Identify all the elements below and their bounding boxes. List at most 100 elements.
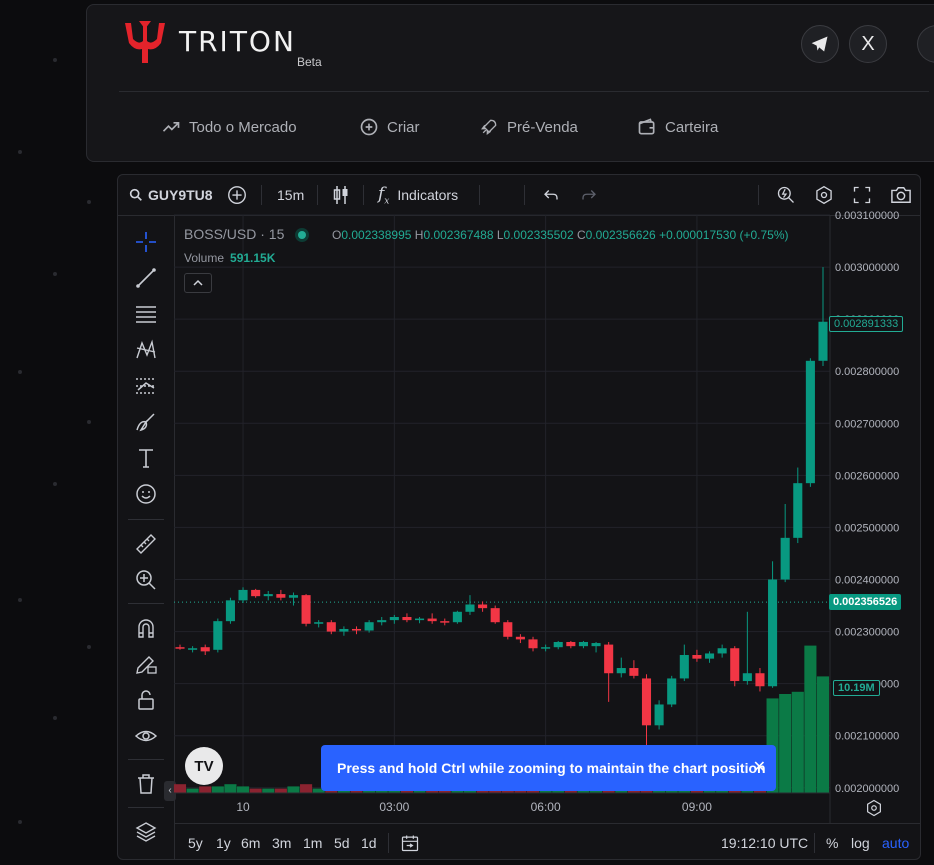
legend-symbol: BOSS/USD · 15 [184,226,307,242]
nav-label: Carteira [665,118,719,136]
candle-body [402,616,412,621]
nav-label: Criar [387,118,420,136]
brand-logo[interactable]: TRITON [121,19,296,65]
range-5y[interactable]: 5y [188,824,203,859]
range-6m[interactable]: 6m [241,824,260,859]
candle-body [389,616,399,621]
y-tick-label: 0.002000000 [835,783,899,795]
candle-body [200,647,210,652]
candle-body [377,620,387,623]
volume-tag: 10.19M [833,680,880,697]
nav-todo-mercado[interactable]: Todo o Mercado [161,117,297,137]
brand-name: TRITON [179,25,296,58]
y-tick-label: 0.003000000 [835,262,899,274]
goto-date-button[interactable] [400,824,420,859]
close-icon[interactable]: ✕ [753,757,766,777]
open-label: O [332,228,342,242]
y-tick-label: 0.002400000 [835,575,899,587]
nav-carteira[interactable]: Carteira [637,117,718,137]
nav-pre-venda[interactable]: Pré-Venda [479,117,578,137]
candle-body [730,648,740,682]
high-value: 0.002367488 [423,228,494,242]
trident-icon [125,21,165,63]
chart-widget: GUY9TU8 15m fx Indicators ‹ 0.003100000 … [117,174,921,860]
x-tick-label: 03:00 [379,800,409,814]
range-1d[interactable]: 1d [361,824,377,859]
volume-bar [791,691,804,793]
log-toggle[interactable]: log [851,824,870,859]
candle-body [667,678,677,705]
candle-body [452,611,462,623]
candle-body [566,641,576,647]
x-button[interactable]: X [849,25,887,63]
extra-button[interactable] [917,25,934,63]
legend-ohlc: O0.002338995 H0.002367488 L0.002335502 C… [332,228,789,242]
x-tick-label: 10 [236,800,250,814]
candle-body [704,653,715,659]
telegram-icon [811,36,828,52]
y-tick-label: 0.002800000 [835,366,899,378]
candle-body [251,589,261,597]
candle-body [755,673,765,687]
candle-body [364,622,374,631]
candle-body [490,608,500,623]
utc-clock[interactable]: 19:12:10 UTC [721,824,808,859]
candle-body [616,668,626,674]
trending-icon [162,122,180,132]
calendar-icon [401,835,419,852]
wallet-icon [638,118,655,135]
candle-body [793,483,803,538]
change-value: +0.000017530 (+0.75%) [659,228,789,242]
candle-body [541,647,551,649]
legend-symbol-text: BOSS/USD · 15 [184,226,285,242]
volume-bar [287,786,300,793]
nav-label: Todo o Mercado [189,118,297,136]
telegram-button[interactable] [801,25,839,63]
candle-body [641,678,652,726]
candle-body [301,595,311,624]
range-3m[interactable]: 3m [272,824,291,859]
candle-body [478,604,488,609]
collapse-legend-button[interactable] [184,273,212,293]
candle-body [263,594,273,597]
candle-body [717,648,727,654]
chevron-up-icon [193,279,203,286]
volume-bar [186,788,199,793]
volume-bar [300,784,313,793]
candle-body [175,647,185,649]
close-label: C [576,228,586,242]
x-tick-label: 09:00 [682,800,712,814]
range-5d[interactable]: 5d [334,824,350,859]
candle-body [288,595,299,598]
bottom-toolbar: 5y 1y 6m 3m 1m 5d 1d 19:12:10 UTC % log … [174,823,920,859]
axis-settings-button[interactable] [865,799,883,822]
candle-body [415,618,425,621]
nav-criar[interactable]: Criar [359,117,420,137]
candle-body [440,621,450,623]
candle-body [818,321,828,361]
candle-body [515,636,525,640]
volume-bar [262,788,275,793]
tradingview-logo[interactable]: TV [185,747,223,785]
candle-body [604,644,614,674]
x-tick-label: 06:00 [531,800,561,814]
toolbar-separator [814,833,815,853]
range-1y[interactable]: 1y [216,824,231,859]
rocket-icon [481,119,497,135]
low-label: L [496,228,504,242]
layers-icon [135,822,157,842]
candle-body [692,655,702,659]
volume-bar [274,788,287,793]
gear-icon [867,799,881,817]
open-value: 0.002338995 [341,228,412,242]
current-price-tag: 0.002356526 [829,594,902,611]
price-chart[interactable]: 0.0031000000.0030000000.0029000000.00280… [118,175,921,823]
y-tick-label: 0.003100000 [835,210,899,222]
candle-body [591,643,601,647]
percent-toggle[interactable]: % [826,824,838,859]
last-price-tag: 0.002891333 [829,315,904,332]
auto-toggle[interactable]: auto [882,824,909,859]
zoom-hint-toast: Press and hold Ctrl while zooming to mai… [321,745,776,791]
candle-body [528,639,538,649]
range-1m[interactable]: 1m [303,824,322,859]
